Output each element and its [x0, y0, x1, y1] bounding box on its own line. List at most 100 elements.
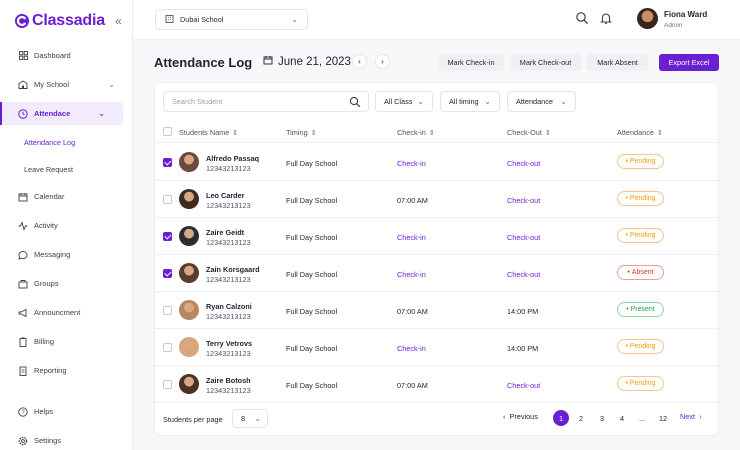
- timing-filter[interactable]: All timing ⌄: [440, 91, 500, 112]
- row-checkbox[interactable]: [163, 306, 172, 315]
- page-button-3[interactable]: 3: [594, 410, 610, 426]
- page-button-1[interactable]: 1: [553, 410, 569, 426]
- column-header-timing[interactable]: Timing ⇕: [286, 128, 317, 137]
- school-select-value: Dubai School: [180, 15, 224, 24]
- student-id: 12343213123: [206, 386, 251, 395]
- status-badge[interactable]: • Pending: [617, 339, 664, 354]
- gear-icon: [18, 436, 28, 446]
- status-badge[interactable]: • Present: [617, 302, 664, 317]
- check-out-link[interactable]: Check-out: [507, 270, 540, 279]
- per-page-select[interactable]: 8 ⌄: [232, 409, 268, 428]
- search-icon[interactable]: [575, 11, 589, 25]
- status-badge[interactable]: • Pending: [617, 376, 664, 391]
- mark-check-in-button[interactable]: Mark Check-in: [438, 54, 504, 71]
- sidebar-item-label: Messaging: [34, 250, 71, 259]
- student-name: Zain Korsgaard: [206, 265, 260, 274]
- check-out-link[interactable]: Check-out: [507, 233, 540, 242]
- export-excel-button[interactable]: Export Excel: [659, 54, 719, 71]
- student-name: Leo Carder: [206, 191, 245, 200]
- column-header-check-out[interactable]: Check-Out ⇕: [507, 128, 551, 137]
- sidebar-item-dashboard[interactable]: Dashboard: [0, 44, 133, 67]
- next-page-button[interactable]: Next ›: [680, 412, 702, 421]
- table-row[interactable]: Ryan Calzoni 12343213123 Full Day School 07…: [155, 292, 720, 329]
- avatar: [179, 226, 199, 246]
- avatar: [179, 189, 199, 209]
- table-row[interactable]: Zaire Botosh 12343213123 Full Day School 07…: [155, 366, 720, 403]
- svg-text:?: ?: [21, 410, 25, 416]
- table-row[interactable]: Zaire Geidt 12343213123 Full Day School Che…: [155, 218, 720, 255]
- school-select[interactable]: Dubai School ⌄: [155, 9, 308, 30]
- status-label: Present: [630, 306, 655, 313]
- avatar[interactable]: [637, 8, 658, 29]
- status-badge[interactable]: • Pending: [617, 191, 664, 206]
- sidebar-item-settings[interactable]: Settings: [0, 429, 133, 450]
- table-header: Students Name ⇕ Timing ⇕ Check-in ⇕ Check-O…: [155, 121, 720, 143]
- timing-cell: Full Day School: [286, 196, 338, 205]
- check-out-link[interactable]: Check-out: [507, 159, 540, 168]
- check-in-link[interactable]: Check-in: [397, 270, 426, 279]
- table-row[interactable]: Leo Carder 12343213123 Full Day School 07:0…: [155, 181, 720, 218]
- select-all-checkbox[interactable]: [163, 127, 172, 136]
- date-display[interactable]: June 21, 2023: [263, 55, 351, 68]
- sidebar-item-messaging[interactable]: Messaging: [0, 243, 133, 266]
- table-row[interactable]: Terry Vetrovs 12343213123 Full Day School C…: [155, 329, 720, 366]
- chevron-left-icon: ‹: [358, 57, 361, 66]
- sidebar-item-helps[interactable]: ? Helps: [0, 400, 133, 423]
- prev-date-button[interactable]: ‹: [352, 54, 367, 69]
- page-button-12[interactable]: 12: [655, 410, 671, 426]
- next-date-button[interactable]: ›: [375, 54, 390, 69]
- status-badge[interactable]: • Pending: [617, 154, 664, 169]
- page-title: Attendance Log: [154, 55, 253, 70]
- sidebar-item-attendance[interactable]: Attendace ⌄: [0, 102, 123, 125]
- sidebar-subitem-leave-request[interactable]: Leave Request: [0, 158, 133, 181]
- status-badge[interactable]: • Absent: [617, 265, 664, 280]
- check-in-link[interactable]: Check-in: [397, 233, 426, 242]
- sidebar-item-activity[interactable]: Activity: [0, 214, 133, 237]
- clipboard-icon: [18, 336, 28, 347]
- sidebar-item-calendar[interactable]: Calendar: [0, 185, 133, 208]
- row-checkbox[interactable]: [163, 380, 172, 389]
- sidebar-item-billing[interactable]: Billing: [0, 330, 133, 353]
- column-header-label: Students Name: [179, 128, 230, 137]
- sidebar-item-announcement[interactable]: Announcment: [0, 301, 133, 324]
- row-checkbox[interactable]: [163, 232, 172, 241]
- row-checkbox[interactable]: [163, 269, 172, 278]
- user-name: Fiona Ward: [664, 10, 708, 19]
- timing-cell: Full Day School: [286, 233, 338, 242]
- column-header-label: Attendance: [617, 128, 654, 137]
- search-input[interactable]: Search Student: [163, 91, 369, 112]
- table-row[interactable]: Alfredo Passaq 12343213123 Full Day School…: [155, 144, 720, 181]
- sidebar-item-groups[interactable]: Groups: [0, 272, 133, 295]
- row-checkbox[interactable]: [163, 158, 172, 167]
- check-in-link[interactable]: Check-in: [397, 344, 426, 353]
- column-header-name[interactable]: Students Name ⇕: [179, 128, 238, 137]
- column-header-check-in[interactable]: Check-in ⇕: [397, 128, 435, 137]
- app-logo[interactable]: Classadia: [14, 12, 105, 30]
- class-filter[interactable]: All Class ⌄: [375, 91, 433, 112]
- previous-page-button[interactable]: ‹ Previous: [503, 412, 538, 421]
- row-checkbox[interactable]: [163, 195, 172, 204]
- column-header-attendance[interactable]: Attendance ⇕: [617, 128, 663, 137]
- chevron-down-icon: ⌄: [254, 414, 261, 423]
- mark-check-out-button[interactable]: Mark Check-out: [510, 54, 581, 71]
- avatar: [179, 337, 199, 357]
- app-name: Classadia: [32, 12, 105, 29]
- check-in-link[interactable]: Check-in: [397, 159, 426, 168]
- sort-icon: ⇕: [232, 130, 239, 137]
- check-out-link[interactable]: Check-out: [507, 196, 540, 205]
- page-button-2[interactable]: 2: [573, 410, 589, 426]
- status-badge[interactable]: • Pending: [617, 228, 664, 243]
- table-row[interactable]: Zain Korsgaard 12343213123 Full Day School…: [155, 255, 720, 292]
- page-button-4[interactable]: 4: [614, 410, 630, 426]
- timing-cell: Full Day School: [286, 344, 338, 353]
- mark-absent-button[interactable]: Mark Absent: [587, 54, 648, 71]
- sidebar-item-my-school[interactable]: My School ⌄: [0, 73, 133, 96]
- row-checkbox[interactable]: [163, 343, 172, 352]
- sidebar-item-reporting[interactable]: Reporting: [0, 359, 133, 382]
- check-out-link[interactable]: Check-out: [507, 381, 540, 390]
- sidebar-item-label: Dashboard: [34, 51, 71, 60]
- sidebar-subitem-attendance-log[interactable]: Attendance Log: [0, 131, 133, 154]
- attendance-filter[interactable]: Attendance ⌄: [507, 91, 576, 112]
- bell-icon[interactable]: [599, 11, 613, 25]
- double-chevron-left-icon[interactable]: «: [115, 14, 122, 28]
